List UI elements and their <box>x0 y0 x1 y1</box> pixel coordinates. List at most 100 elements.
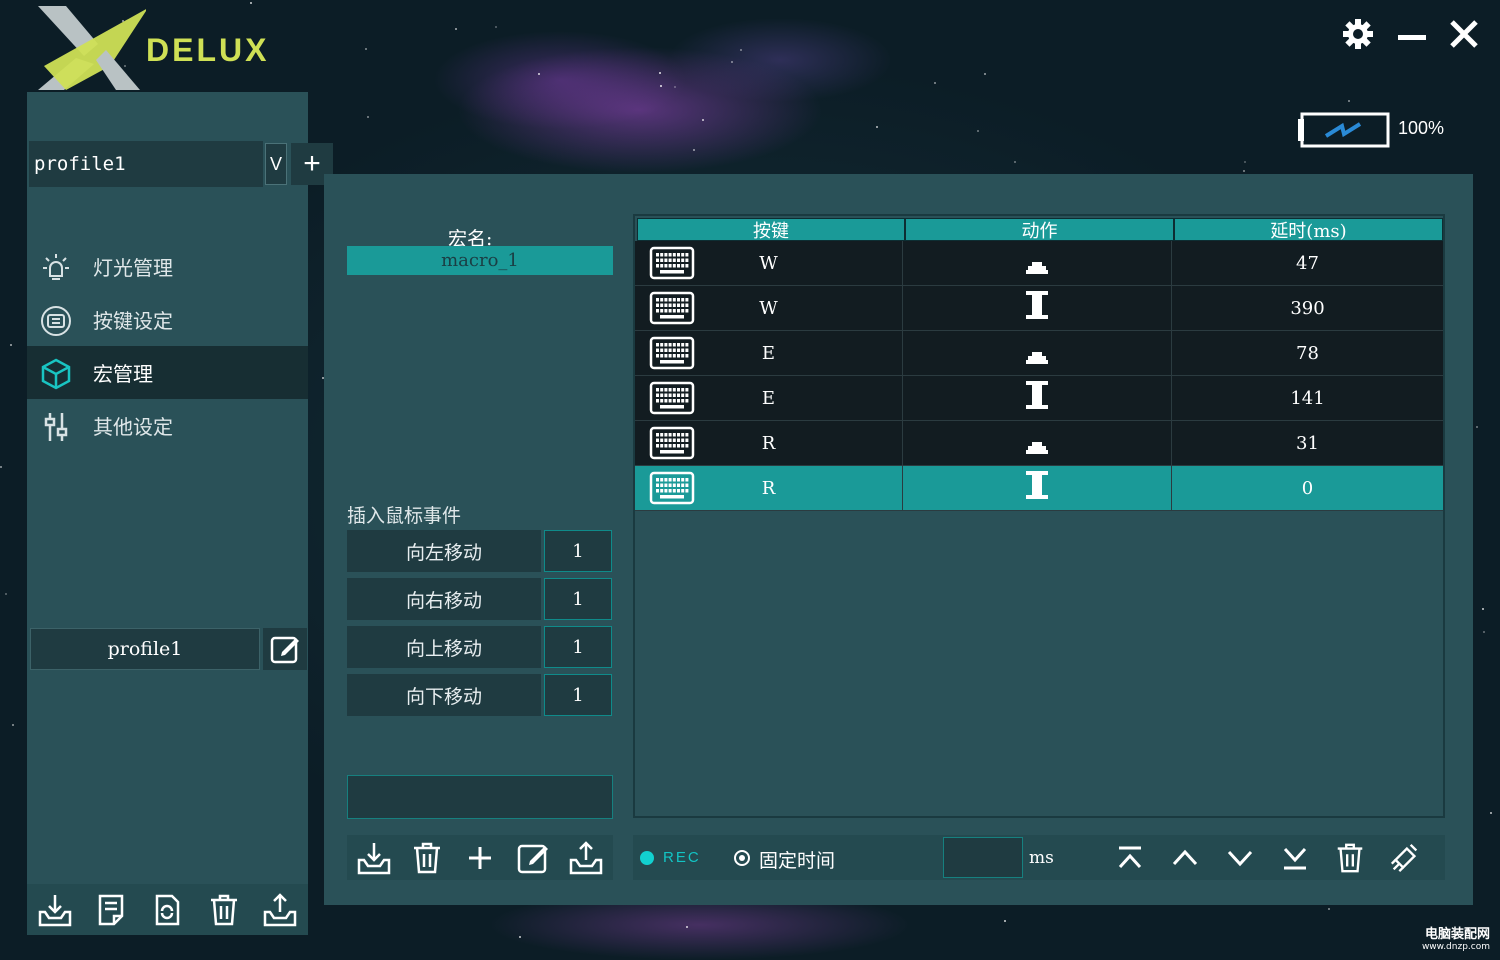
profile-select[interactable]: profile1 <box>29 141 263 187</box>
star <box>731 61 733 63</box>
star <box>1483 631 1485 633</box>
action-cell <box>903 286 1172 331</box>
save-profile-button[interactable] <box>91 890 131 930</box>
gear-icon <box>1343 19 1373 49</box>
settings-button[interactable] <box>1338 14 1378 54</box>
close-icon <box>1450 20 1478 48</box>
clear-icon <box>1390 843 1418 873</box>
minimize-button[interactable] <box>1392 14 1432 54</box>
fixed-time-radio[interactable] <box>734 850 750 866</box>
rename-macro-button[interactable] <box>513 838 553 878</box>
table-row[interactable]: E 78 <box>635 331 1443 376</box>
move-up-event-button[interactable] <box>1165 838 1205 878</box>
key-release-icon <box>1024 469 1050 508</box>
watermark-title: 电脑装配网 <box>1424 927 1490 942</box>
star <box>977 130 979 132</box>
star <box>686 926 688 928</box>
star <box>1014 161 1016 163</box>
plus-icon <box>468 846 491 869</box>
move-up-button[interactable]: 向上移动 <box>347 626 541 668</box>
action-cell <box>903 376 1172 421</box>
star <box>0 466 2 468</box>
close-button[interactable] <box>1444 14 1484 54</box>
move-up-value[interactable]: 1 <box>544 626 612 668</box>
star <box>693 149 695 151</box>
rename-profile-button[interactable] <box>263 628 307 670</box>
star <box>740 49 742 51</box>
record-indicator[interactable] <box>640 851 654 865</box>
star <box>1482 608 1484 610</box>
delay-cell[interactable]: 0 <box>1172 466 1443 511</box>
minimize-icon <box>1398 35 1426 40</box>
move-down-event-button[interactable] <box>1220 838 1260 878</box>
delay-cell[interactable]: 31 <box>1172 421 1443 466</box>
nav-item-other-settings[interactable]: 其他设定 <box>27 399 308 452</box>
nav-label-key-settings: 按键设定 <box>93 309 173 333</box>
delay-cell[interactable]: 390 <box>1172 286 1443 331</box>
table-row[interactable]: E 141 <box>635 376 1443 421</box>
fixed-time-input[interactable] <box>943 837 1023 878</box>
move-up-icon <box>1172 849 1198 866</box>
move-down-button[interactable]: 向下移动 <box>347 674 541 716</box>
move-to-top-button[interactable] <box>1110 838 1150 878</box>
move-left-button[interactable]: 向左移动 <box>347 530 541 572</box>
star <box>1328 908 1330 910</box>
delay-cell[interactable]: 141 <box>1172 376 1443 421</box>
star <box>250 2 252 4</box>
keyboard-icon <box>649 381 695 420</box>
import-macro-button[interactable] <box>354 838 394 878</box>
light-bulb-icon <box>43 254 69 280</box>
action-cell <box>903 241 1172 286</box>
battery-percent: 100% <box>1398 118 1445 138</box>
delete-event-button[interactable] <box>1330 838 1370 878</box>
trash-icon <box>210 894 237 925</box>
import-profile-button[interactable] <box>35 890 75 930</box>
delete-profile-button[interactable] <box>204 890 244 930</box>
delay-cell[interactable]: 47 <box>1172 241 1443 286</box>
table-header: 按键 动作 延时(ms) <box>637 218 1443 242</box>
nav-item-lighting[interactable]: 灯光管理 <box>27 240 308 293</box>
table-row[interactable]: R 31 <box>635 421 1443 466</box>
macro-list-input[interactable] <box>347 775 613 819</box>
reset-profile-button[interactable] <box>147 890 187 930</box>
star <box>1490 812 1492 814</box>
export-profile-button[interactable] <box>260 890 300 930</box>
key-press-icon <box>1024 424 1050 463</box>
record-toolbar: REC 固定时间 ms <box>633 835 1445 880</box>
table-row[interactable]: W 47 <box>635 241 1443 286</box>
star <box>660 85 662 87</box>
table-row[interactable]: W 390 <box>635 286 1443 331</box>
star <box>519 936 521 938</box>
key-cell: E <box>635 376 903 421</box>
star <box>455 28 457 30</box>
import-icon <box>357 842 390 874</box>
move-to-bottom-button[interactable] <box>1275 838 1315 878</box>
move-right-button[interactable]: 向右移动 <box>347 578 541 620</box>
profile-dropdown-button[interactable]: V <box>265 143 287 185</box>
star <box>659 72 661 74</box>
profile-name-field[interactable]: profile1 <box>30 628 260 670</box>
add-macro-button[interactable] <box>460 838 500 878</box>
sliders-icon <box>44 413 68 441</box>
table-row[interactable]: R0 <box>635 466 1443 511</box>
record-label[interactable]: REC <box>663 849 701 866</box>
star <box>934 82 936 84</box>
clear-events-button[interactable] <box>1385 838 1425 878</box>
nav-item-macro-management[interactable]: 宏管理 <box>27 346 308 399</box>
move-right-value[interactable]: 1 <box>544 578 612 620</box>
move-down-icon <box>1227 850 1253 867</box>
mouse-move-right-row: 向右移动 1 <box>347 578 613 622</box>
delete-macro-button[interactable] <box>407 838 447 878</box>
macro-name-field[interactable]: macro_1 <box>347 246 613 275</box>
trash-icon <box>1337 843 1363 873</box>
action-cell <box>903 466 1172 511</box>
move-down-value[interactable]: 1 <box>544 674 612 716</box>
battery-icon <box>1298 112 1390 148</box>
key-cell: R <box>635 421 903 466</box>
delay-cell[interactable]: 78 <box>1172 331 1443 376</box>
move-left-value[interactable]: 1 <box>544 530 612 572</box>
export-macro-button[interactable] <box>566 838 606 878</box>
profile-tools <box>27 884 308 935</box>
key-cell: E <box>635 331 903 376</box>
nav-item-key-settings[interactable]: 按键设定 <box>27 293 308 346</box>
